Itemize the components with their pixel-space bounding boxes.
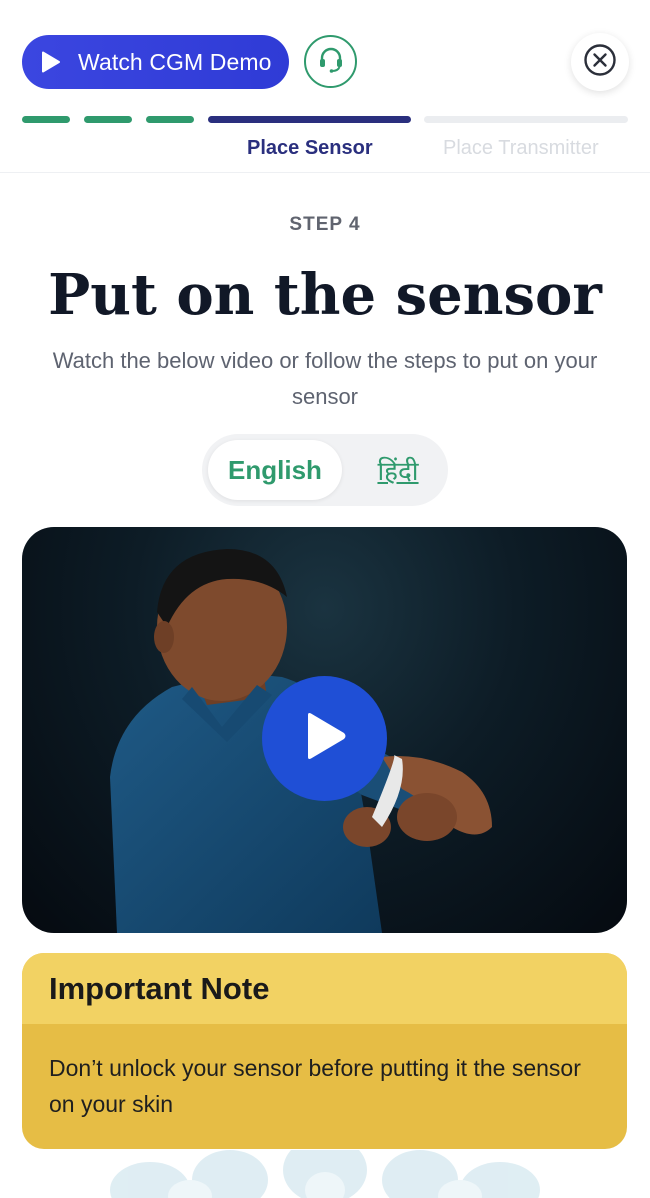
step-number: STEP 4 bbox=[289, 214, 361, 235]
play-icon bbox=[40, 51, 62, 73]
upcoming-step-label: Place Transmitter bbox=[443, 137, 599, 159]
active-step-label: Place Sensor bbox=[247, 137, 373, 159]
page-subtitle: Watch the below video or follow the step… bbox=[52, 348, 598, 409]
note-heading: Important Note bbox=[22, 953, 627, 1024]
language-toggle: English हिंदी bbox=[202, 434, 448, 506]
language-option-hindi[interactable]: हिंदी bbox=[354, 440, 442, 500]
important-note-card: Important Note Don’t unlock your sensor … bbox=[22, 953, 627, 1149]
play-icon bbox=[302, 711, 348, 766]
progress-segment-upcoming bbox=[424, 116, 628, 123]
progress-segment-step-1 bbox=[22, 116, 70, 123]
headset-icon bbox=[316, 44, 346, 79]
close-icon bbox=[583, 43, 617, 82]
page-title: Put on the sensor bbox=[48, 262, 602, 328]
video-player[interactable] bbox=[22, 527, 627, 933]
close-button[interactable] bbox=[571, 33, 629, 91]
progress-segment-step-3 bbox=[146, 116, 194, 123]
language-option-english[interactable]: English bbox=[208, 440, 342, 500]
video-play-button[interactable] bbox=[262, 676, 387, 801]
watch-demo-button[interactable]: Watch CGM Demo bbox=[22, 35, 289, 89]
note-body: Don’t unlock your sensor before putting … bbox=[49, 1055, 581, 1117]
progress-segment-step-2 bbox=[84, 116, 132, 123]
support-button[interactable] bbox=[304, 35, 357, 88]
decorative-leaf-pattern bbox=[0, 1150, 650, 1198]
watch-demo-label: Watch CGM Demo bbox=[78, 48, 272, 75]
top-bar: Watch CGM Demo Place Sensor Place Transm… bbox=[0, 0, 650, 173]
progress-segment-active bbox=[208, 116, 411, 123]
